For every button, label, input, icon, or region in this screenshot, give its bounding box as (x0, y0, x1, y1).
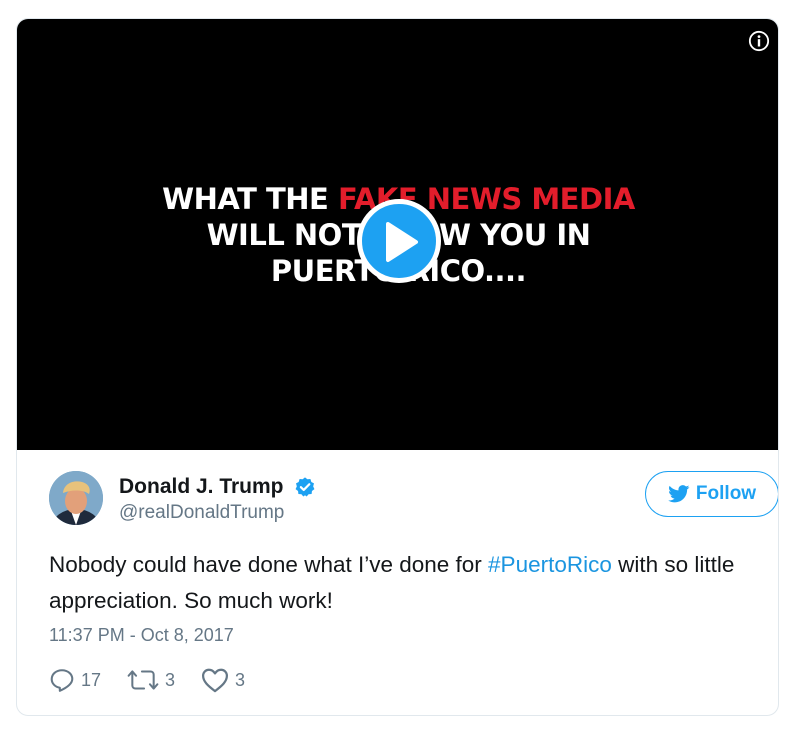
verified-badge-icon (295, 477, 315, 497)
video-caption-line-1-white: WHAT THE (162, 182, 338, 216)
tweet-header: Donald J. Trump @realDonaldTrump Follow (49, 469, 778, 529)
video-player[interactable]: WHAT THE FAKE NEWS MEDIA WILL NOT SHOW Y… (17, 19, 778, 450)
follow-button[interactable]: Follow (645, 471, 778, 517)
play-icon (386, 222, 418, 262)
hashtag-link[interactable]: #PuertoRico (488, 552, 612, 577)
retweet-count: 3 (165, 669, 176, 690)
retweet-icon (127, 670, 159, 690)
tweet-text: Nobody could have done what I’ve done fo… (49, 547, 759, 619)
info-icon[interactable] (748, 30, 770, 52)
like-count: 3 (235, 669, 246, 690)
retweet-action[interactable]: 3 (127, 667, 175, 693)
avatar[interactable] (49, 471, 103, 525)
user-handle[interactable]: @realDonaldTrump (119, 502, 316, 524)
heart-icon (202, 668, 229, 693)
play-button[interactable] (357, 199, 441, 283)
reply-icon (50, 669, 74, 692)
embedded-tweet-card: WHAT THE FAKE NEWS MEDIA WILL NOT SHOW Y… (16, 18, 779, 716)
reply-action[interactable]: 17 (49, 667, 101, 693)
follow-button-label: Follow (695, 483, 757, 504)
reply-count: 17 (81, 669, 102, 690)
display-name[interactable]: Donald J. Trump (119, 475, 284, 499)
like-action[interactable]: 3 (201, 667, 245, 693)
tweet-text-part-1: Nobody could have done what I’ve done fo… (49, 552, 489, 577)
tweet-timestamp[interactable]: 11:37 PM - Oct 8, 2017 (49, 625, 234, 646)
tweet-actions: 17 3 3 (49, 665, 271, 695)
twitter-bird-icon (668, 485, 690, 503)
